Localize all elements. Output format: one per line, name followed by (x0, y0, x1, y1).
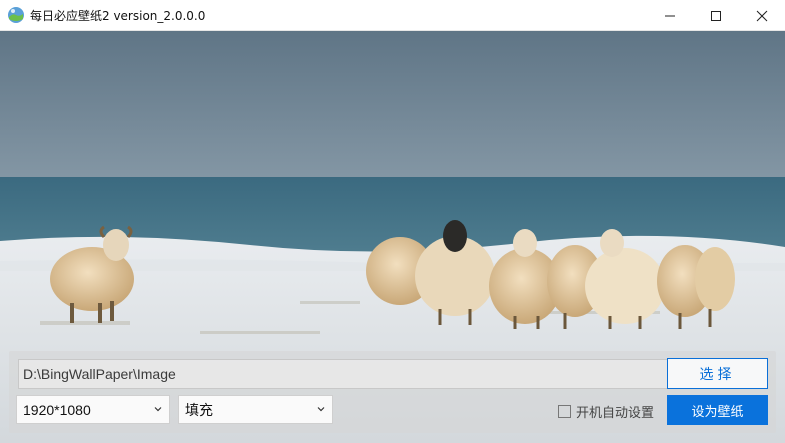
window-controls (647, 0, 785, 31)
close-icon (756, 10, 768, 21)
close-button[interactable] (739, 0, 785, 31)
choose-folder-button[interactable]: 选择 (667, 358, 768, 389)
app-window: 每日必应壁纸2 version_2.0.0.0 D:\BingWallPaper… (0, 0, 785, 443)
maximize-button[interactable] (693, 0, 739, 31)
resolution-value: 1920*1080 (23, 401, 91, 418)
fill-mode-value: 填充 (185, 401, 213, 418)
minimize-button[interactable] (647, 0, 693, 31)
fill-mode-select[interactable]: 填充 (178, 395, 333, 424)
maximize-icon (711, 10, 721, 21)
control-panel: 选择 1920*1080 填充 开机自动设置 设为壁纸 (9, 351, 776, 433)
chevron-down-icon (317, 407, 325, 412)
app-logo-icon (8, 7, 24, 23)
save-path-input[interactable] (18, 359, 668, 389)
autostart-checkbox[interactable]: 开机自动设置 (558, 402, 654, 421)
minimize-icon (665, 15, 675, 16)
checkbox-box[interactable] (558, 405, 571, 418)
window-title: 每日必应壁纸2 version_2.0.0.0 (30, 8, 206, 23)
title-bar: 每日必应壁纸2 version_2.0.0.0 (0, 0, 785, 31)
chevron-down-icon (154, 407, 162, 412)
set-wallpaper-button[interactable]: 设为壁纸 (667, 395, 768, 425)
autostart-label: 开机自动设置 (576, 406, 655, 421)
resolution-select[interactable]: 1920*1080 (16, 395, 170, 424)
